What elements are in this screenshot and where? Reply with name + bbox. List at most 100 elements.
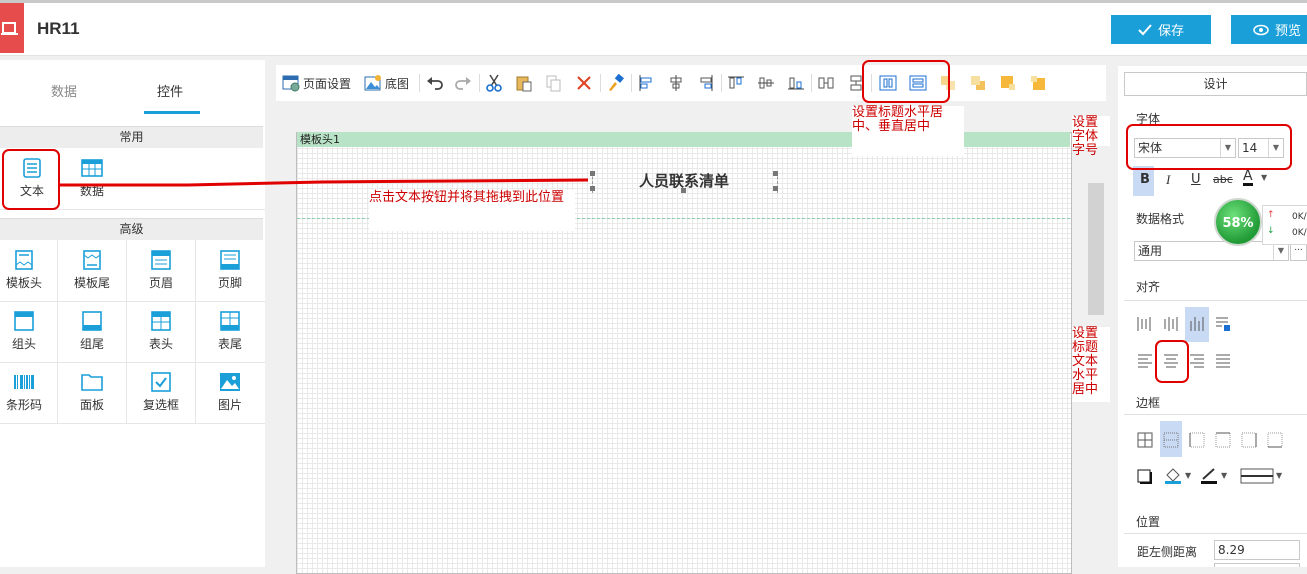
border-all-icon[interactable] bbox=[1136, 431, 1154, 449]
underline-icon[interactable]: U bbox=[1191, 172, 1201, 187]
check-icon bbox=[1138, 23, 1152, 35]
chevron-down-icon[interactable]: ▼ bbox=[1261, 173, 1267, 182]
text-justify-icon[interactable] bbox=[1214, 352, 1232, 370]
tab-design[interactable]: 设计 bbox=[1124, 72, 1307, 96]
fill-color-icon[interactable] bbox=[1164, 466, 1182, 484]
control-page-header[interactable]: 页眉 bbox=[129, 241, 193, 301]
bold-icon[interactable]: B bbox=[1140, 172, 1150, 187]
control-image[interactable]: 图片 bbox=[198, 363, 262, 423]
network-monitor: ↑ 0K/ ↓ 0K/ bbox=[1262, 205, 1307, 245]
panel-icon bbox=[81, 374, 103, 391]
text-align-left-icon[interactable] bbox=[1136, 352, 1154, 370]
align-left-icon[interactable] bbox=[637, 74, 655, 92]
border-right-icon[interactable] bbox=[1240, 431, 1258, 449]
control-label: 表尾 bbox=[217, 337, 242, 351]
chevron-down-icon[interactable]: ▼ bbox=[1185, 471, 1191, 480]
template-header-icon bbox=[15, 250, 33, 270]
italic-icon[interactable]: I bbox=[1166, 172, 1170, 188]
align-vertical-bottom-icon[interactable] bbox=[1188, 315, 1206, 333]
control-group-header[interactable]: 组头 bbox=[0, 302, 56, 362]
template-footer-icon bbox=[83, 250, 101, 270]
preview-button[interactable]: 预览 bbox=[1231, 15, 1307, 44]
cpu-usage-badge[interactable]: 58% bbox=[1214, 198, 1262, 246]
align-top-icon[interactable] bbox=[727, 74, 745, 92]
redo-icon[interactable] bbox=[454, 74, 472, 92]
page-header-icon bbox=[151, 250, 171, 270]
font-hint-annotation: 设置字体字号 bbox=[1072, 116, 1110, 158]
position-section-label: 位置 bbox=[1136, 515, 1161, 529]
logo-icon bbox=[1, 22, 18, 35]
delete-icon[interactable] bbox=[575, 74, 593, 92]
font-color-icon[interactable]: A bbox=[1243, 169, 1253, 186]
line-style-icon[interactable] bbox=[1240, 468, 1274, 484]
divider bbox=[1124, 300, 1307, 301]
chevron-down-icon[interactable]: ▼ bbox=[1276, 471, 1282, 480]
border-left-icon[interactable] bbox=[1188, 431, 1206, 449]
control-table-header[interactable]: 表头 bbox=[129, 302, 193, 362]
text-wrap-icon[interactable] bbox=[1214, 315, 1232, 333]
align-right-icon[interactable] bbox=[697, 74, 715, 92]
strikethrough-icon[interactable]: abc bbox=[1213, 173, 1233, 186]
next-position-input[interactable] bbox=[1214, 563, 1300, 567]
control-checkbox[interactable]: 复选框 bbox=[129, 363, 193, 423]
align-middle-icon[interactable] bbox=[757, 74, 775, 92]
control-label: 面板 bbox=[79, 398, 104, 412]
app-title: HR11 bbox=[37, 19, 80, 38]
center-hint-annotation: 设置标题水平居中、垂直居中 bbox=[852, 106, 964, 156]
border-bottom-icon[interactable] bbox=[1266, 431, 1284, 449]
line-color-icon[interactable] bbox=[1200, 466, 1218, 484]
control-panel-item[interactable]: 面板 bbox=[60, 363, 124, 423]
format-section-label: 数据格式 bbox=[1136, 212, 1185, 226]
control-label: 条形码 bbox=[5, 398, 42, 412]
paste-icon[interactable] bbox=[515, 74, 533, 92]
shadow-icon[interactable] bbox=[1136, 468, 1154, 486]
checkbox-icon bbox=[151, 372, 171, 392]
control-table-footer[interactable]: 表尾 bbox=[198, 302, 262, 362]
control-group-footer[interactable]: 组尾 bbox=[60, 302, 124, 362]
canvas-scrollbar[interactable] bbox=[1088, 183, 1104, 315]
bring-to-front-icon[interactable] bbox=[999, 74, 1017, 92]
highlight-font-fields bbox=[1126, 124, 1292, 170]
control-label: 模板尾 bbox=[73, 276, 110, 290]
distribute-horizontal-icon[interactable] bbox=[817, 74, 835, 92]
format-painter-icon[interactable] bbox=[607, 74, 625, 92]
divider bbox=[1124, 414, 1307, 415]
control-page-footer[interactable]: 页脚 bbox=[198, 241, 262, 301]
divider bbox=[1124, 533, 1307, 534]
save-button[interactable]: 保存 bbox=[1111, 15, 1211, 44]
align-bottom-icon[interactable] bbox=[787, 74, 805, 92]
page-setup-button[interactable]: 页面设置 bbox=[282, 73, 351, 93]
border-top-icon[interactable] bbox=[1214, 431, 1232, 449]
control-label: 模板头 bbox=[5, 276, 42, 290]
highlight-center-buttons bbox=[862, 60, 950, 103]
send-to-back-icon[interactable] bbox=[1029, 74, 1047, 92]
control-template-footer[interactable]: 模板尾 bbox=[60, 241, 124, 301]
toolbar-separator bbox=[419, 74, 420, 92]
active-tab-indicator bbox=[144, 111, 200, 114]
preview-label: 预览 bbox=[1275, 24, 1302, 39]
control-label: 复选框 bbox=[142, 398, 179, 412]
download-arrow-icon: ↓ bbox=[1267, 226, 1275, 236]
cut-icon[interactable] bbox=[485, 74, 503, 92]
table-footer-icon bbox=[220, 311, 240, 331]
text-align-right-icon[interactable] bbox=[1188, 352, 1206, 370]
group-footer-icon bbox=[82, 311, 102, 331]
align-center-icon[interactable] bbox=[667, 74, 685, 92]
tab-controls[interactable]: 控件 bbox=[157, 81, 183, 100]
tab-data[interactable]: 数据 bbox=[51, 81, 77, 100]
background-button[interactable]: 底图 bbox=[364, 73, 409, 93]
send-backward-icon[interactable] bbox=[969, 74, 987, 92]
data-format-value: 通用 bbox=[1138, 244, 1163, 258]
undo-icon[interactable] bbox=[426, 74, 444, 92]
control-barcode[interactable]: 条形码 bbox=[0, 363, 56, 423]
table-icon bbox=[81, 159, 103, 177]
control-template-header[interactable]: 模板头 bbox=[0, 241, 56, 301]
left-distance-input[interactable]: 8.29 bbox=[1214, 540, 1300, 560]
copy-icon[interactable] bbox=[545, 74, 563, 92]
page-footer-icon bbox=[220, 250, 240, 270]
justify-vertical-icon[interactable] bbox=[1136, 315, 1154, 333]
chevron-down-icon[interactable]: ▼ bbox=[1221, 471, 1227, 480]
border-none-icon[interactable] bbox=[1162, 431, 1180, 449]
control-label: 图片 bbox=[217, 398, 242, 412]
align-vertical-middle-icon[interactable] bbox=[1162, 315, 1180, 333]
